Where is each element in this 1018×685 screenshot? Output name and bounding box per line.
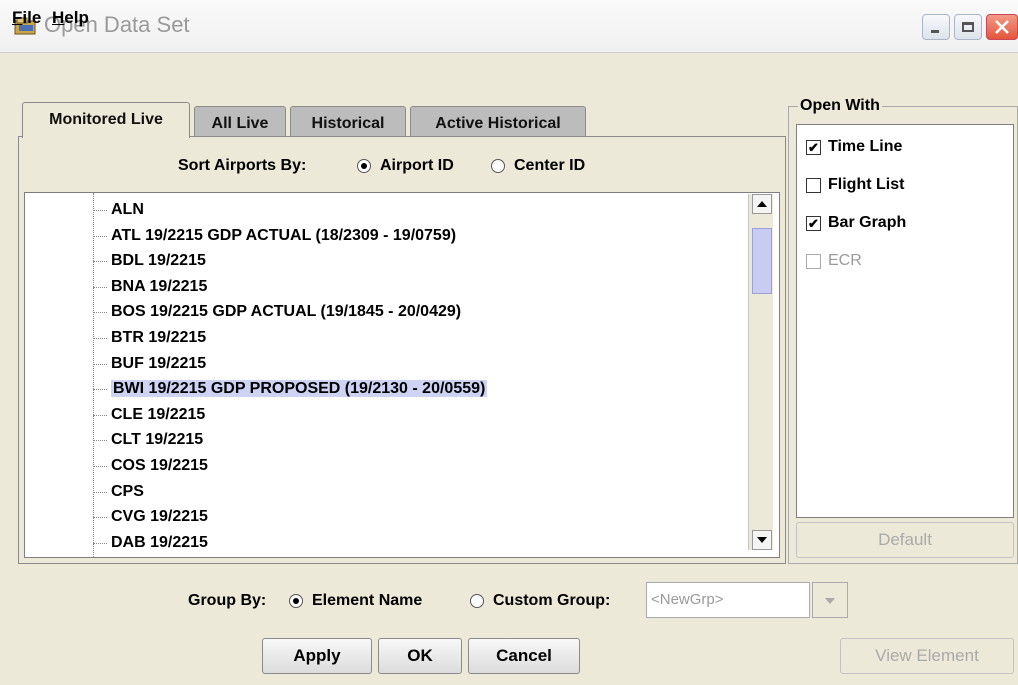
list-item[interactable]: ALN	[89, 197, 144, 223]
list-item[interactable]: ATL 19/2215 GDP ACTUAL (18/2309 - 19/075…	[89, 223, 456, 249]
ok-button[interactable]: OK	[378, 638, 462, 674]
list-item[interactable]: BNA 19/2215	[89, 274, 207, 300]
open-with-option-label[interactable]: Bar Graph	[828, 214, 906, 232]
menu-file-rest: ile	[22, 8, 42, 27]
apply-button[interactable]: Apply	[262, 638, 372, 674]
group-custom-label[interactable]: Custom Group:	[493, 592, 610, 610]
sort-center-id-label[interactable]: Center ID	[514, 157, 585, 175]
custom-group-combo[interactable]: <NewGrp>	[646, 582, 810, 618]
list-item-label: BTR 19/2215	[111, 329, 207, 346]
sort-airport-id-radio[interactable]	[357, 159, 371, 173]
tab-all-live[interactable]: All Live	[194, 106, 286, 136]
list-item-label: BWI 19/2215 GDP PROPOSED (19/2130 - 20/0…	[111, 380, 488, 398]
maximize-button[interactable]	[954, 14, 982, 40]
list-item-label: BUF 19/2215	[111, 354, 207, 372]
open-with-option-label[interactable]: Time Line	[828, 138, 902, 156]
sort-label: Sort Airports By:	[178, 157, 307, 174]
group-element-name-label[interactable]: Element Name	[312, 592, 422, 610]
list-item[interactable]: CPS	[89, 479, 144, 505]
list-item-label: BOS 19/2215 GDP ACTUAL (19/1845 - 20/042…	[111, 303, 462, 321]
list-item-label: CVG 19/2215	[111, 508, 208, 526]
list-item-label: BDL 19/2215	[111, 252, 206, 270]
minimize-icon	[931, 30, 939, 33]
scroll-down-arrow-icon[interactable]	[752, 530, 772, 550]
list-item-label: ALN	[111, 201, 144, 218]
view-element-button[interactable]: View Element	[840, 638, 1014, 674]
list-item-label: COS 19/2215	[111, 457, 208, 474]
menu-bar	[0, 54, 1018, 90]
list-item[interactable]: BUF 19/2215	[89, 351, 206, 377]
menu-file[interactable]: File	[12, 8, 41, 28]
open-with-title: Open With	[798, 97, 882, 115]
list-item-label: ATL 19/2215 GDP ACTUAL (18/2309 - 19/075…	[111, 226, 457, 244]
list-item[interactable]: CVG 19/2215	[89, 504, 208, 530]
cancel-button[interactable]: Cancel	[468, 638, 580, 674]
sort-center-id-radio[interactable]	[491, 159, 505, 173]
open-with-option-label[interactable]: Flight List	[828, 176, 904, 194]
open-with-checkbox[interactable]	[806, 178, 821, 193]
list-item[interactable]: DAB 19/2215	[89, 530, 208, 556]
sort-airport-id-label[interactable]: Airport ID	[380, 157, 454, 175]
open-with-checkbox[interactable]: ✔	[806, 216, 821, 231]
list-item-label: BNA 19/2215	[111, 277, 208, 295]
tab-monitored-live[interactable]: Monitored Live	[22, 102, 190, 138]
close-icon	[995, 20, 1009, 34]
open-with-checkbox[interactable]	[806, 254, 821, 269]
tab-active-historical[interactable]: Active Historical	[410, 106, 586, 136]
combo-dropdown-button[interactable]	[812, 582, 848, 618]
maximize-icon	[962, 22, 974, 32]
list-item-label: CLE 19/2215	[111, 405, 206, 423]
scroll-up-arrow-icon[interactable]	[752, 194, 772, 214]
tab-historical[interactable]: Historical	[290, 106, 406, 136]
menu-help-mnemonic: H	[52, 8, 65, 27]
list-item-label: DAB 19/2215	[111, 533, 208, 551]
group-custom-radio[interactable]	[470, 594, 484, 608]
menu-file-mnemonic: F	[12, 8, 23, 27]
default-button[interactable]: Default	[796, 522, 1014, 558]
airport-tree[interactable]: ALN ATL 19/2215 GDP ACTUAL (18/2309 - 19/…	[24, 192, 780, 558]
list-item[interactable]: COS 19/2215	[89, 453, 208, 479]
minimize-button[interactable]	[922, 14, 950, 40]
list-item[interactable]: BWI 19/2215 GDP PROPOSED (19/2130 - 20/0…	[89, 376, 488, 402]
group-by-label: Group By:	[188, 592, 267, 609]
chevron-down-icon	[825, 598, 835, 604]
open-with-checkbox[interactable]: ✔	[806, 140, 821, 155]
open-with-option-label[interactable]: ECR	[828, 252, 862, 270]
list-item[interactable]: BTR 19/2215	[89, 325, 206, 351]
menu-help-rest: elp	[64, 8, 89, 27]
list-item[interactable]: BOS 19/2215 GDP ACTUAL (19/1845 - 20/042…	[89, 299, 461, 325]
list-item-label: CLT 19/2215	[111, 431, 204, 449]
list-item[interactable]: BDL 19/2215	[89, 248, 206, 274]
menu-help[interactable]: Help	[52, 8, 89, 28]
close-button[interactable]	[986, 14, 1018, 40]
list-item-label: CPS	[111, 482, 144, 500]
list-item[interactable]: CLE 19/2215	[89, 402, 205, 428]
group-element-name-radio[interactable]	[289, 594, 303, 608]
scroll-thumb[interactable]	[752, 228, 772, 295]
list-item[interactable]: CLT 19/2215	[89, 427, 203, 453]
